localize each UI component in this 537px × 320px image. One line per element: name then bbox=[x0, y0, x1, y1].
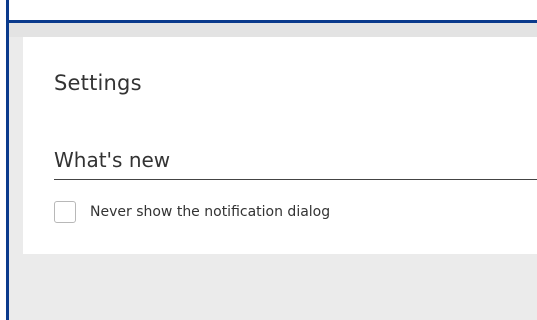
never-show-notification-option[interactable]: Never show the notification dialog bbox=[54, 200, 330, 224]
section-title-whats-new: What's new bbox=[54, 148, 171, 172]
top-margin bbox=[0, 0, 537, 20]
left-accent-border bbox=[6, 0, 9, 320]
page-title: Settings bbox=[54, 71, 142, 95]
never-show-notification-checkbox[interactable] bbox=[54, 201, 76, 223]
section-divider bbox=[54, 179, 537, 180]
header-strip bbox=[9, 23, 537, 37]
never-show-notification-label: Never show the notification dialog bbox=[90, 204, 331, 220]
app-window: Settings What's new Never show the notif… bbox=[0, 0, 537, 320]
settings-card: Settings What's new Never show the notif… bbox=[23, 37, 537, 254]
